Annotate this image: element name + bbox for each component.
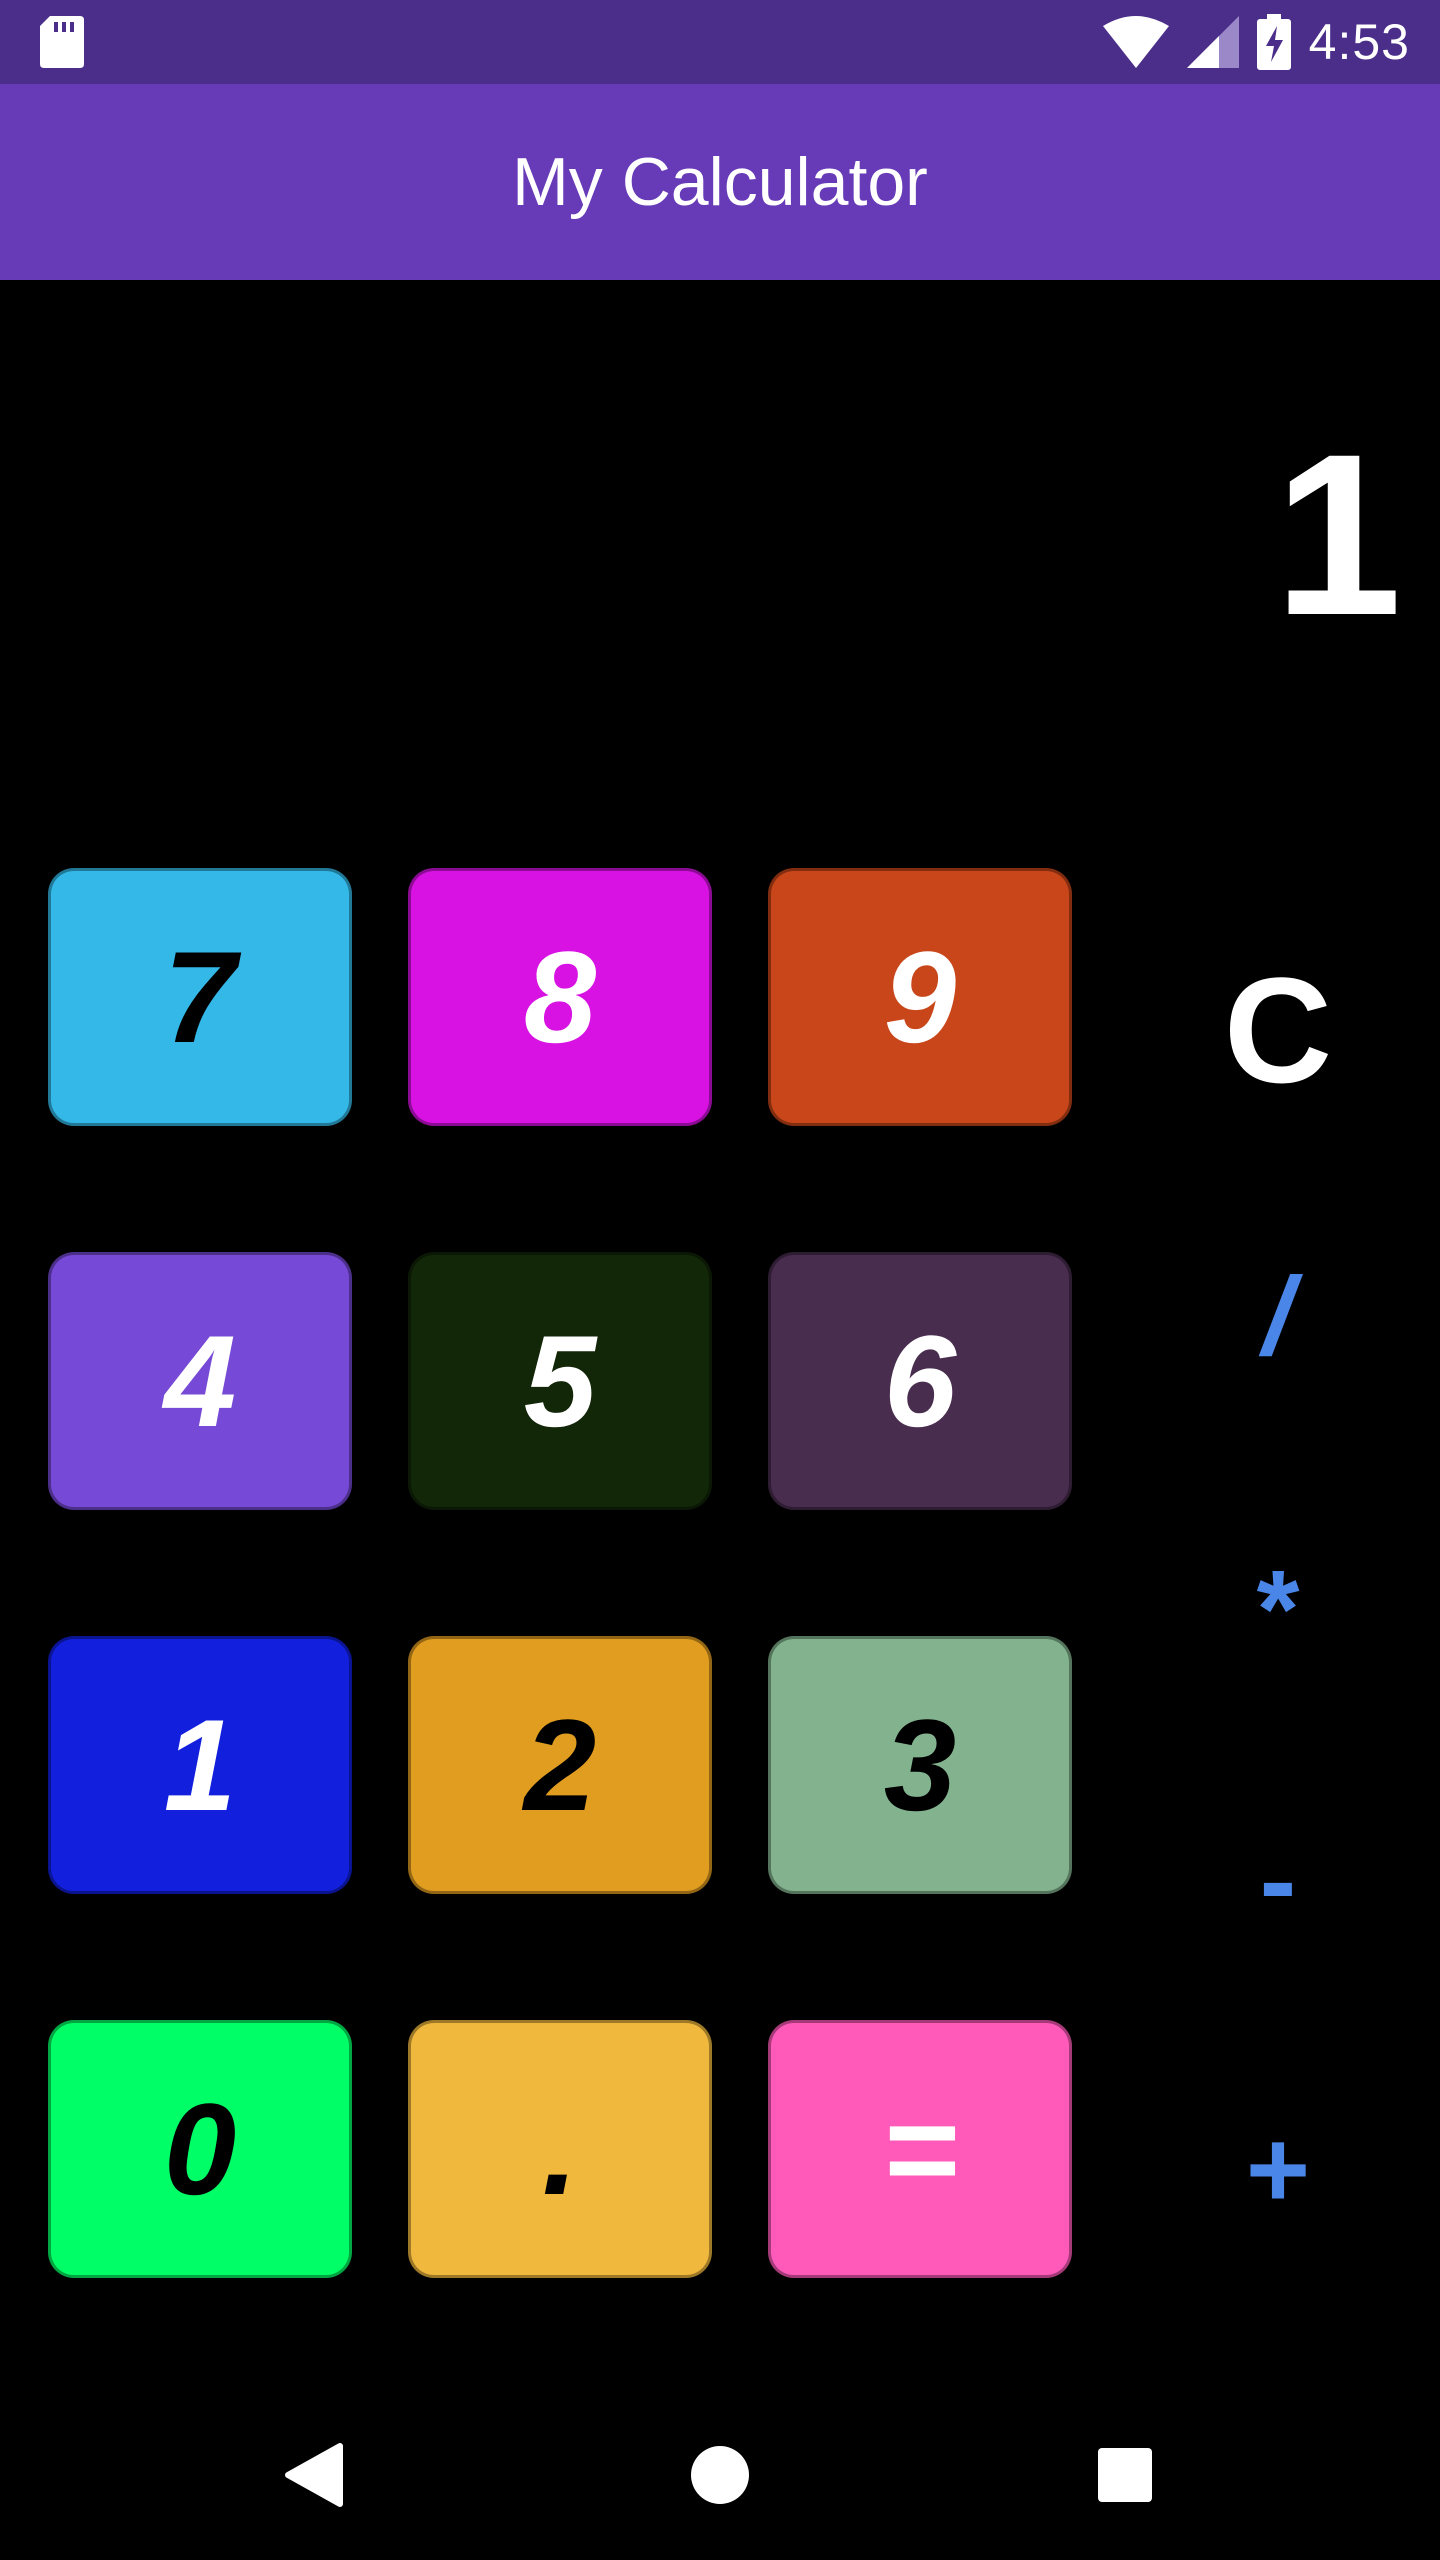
key-3-label: 3 — [883, 1692, 957, 1838]
recents-icon[interactable] — [1090, 2440, 1160, 2510]
key-6-label: 6 — [883, 1308, 957, 1454]
status-time: 4:53 — [1308, 14, 1410, 70]
key-4-label: 4 — [163, 1308, 237, 1454]
battery-charging-icon — [1256, 14, 1291, 70]
key-2-button[interactable]: 2 — [408, 1636, 712, 1894]
clear-button[interactable]: C — [1188, 955, 1368, 1105]
app-title: My Calculator — [512, 144, 928, 220]
key-6-button[interactable]: 6 — [768, 1252, 1072, 1510]
divide-button[interactable]: / — [1188, 1262, 1368, 1372]
key-7-label: 7 — [163, 924, 237, 1070]
key-equals-label: = — [882, 2076, 958, 2222]
navigation-bar — [0, 2380, 1440, 2560]
key-8-button[interactable]: 8 — [408, 868, 712, 1126]
add-button[interactable]: + — [1188, 2115, 1368, 2225]
key-0-button[interactable]: 0 — [48, 2020, 352, 2278]
key-7-button[interactable]: 7 — [48, 868, 352, 1126]
key-9-label: 9 — [883, 924, 957, 1070]
home-icon[interactable] — [685, 2440, 755, 2510]
status-bar: 4:53 — [0, 0, 1440, 84]
subtract-button[interactable]: - — [1188, 1826, 1368, 1936]
key-9-button[interactable]: 9 — [768, 868, 1072, 1126]
key-0-label: 0 — [163, 2076, 237, 2222]
result-display: 1 — [1274, 406, 1402, 663]
back-icon[interactable] — [280, 2440, 350, 2510]
wifi-icon — [1102, 16, 1169, 68]
key-2-label: 2 — [523, 1692, 597, 1838]
key-decimal-button[interactable]: . — [408, 2020, 712, 2278]
key-4-button[interactable]: 4 — [48, 1252, 352, 1510]
sd-card-icon — [40, 16, 84, 68]
key-8-label: 8 — [523, 924, 597, 1070]
key-3-button[interactable]: 3 — [768, 1636, 1072, 1894]
key-equals-button[interactable]: = — [768, 2020, 1072, 2278]
key-decimal-label: . — [541, 2076, 579, 2222]
signal-icon — [1186, 16, 1239, 68]
key-5-button[interactable]: 5 — [408, 1252, 712, 1510]
multiply-button[interactable]: * — [1188, 1555, 1368, 1665]
app-bar: My Calculator — [0, 84, 1440, 280]
key-1-label: 1 — [163, 1692, 237, 1838]
key-1-button[interactable]: 1 — [48, 1636, 352, 1894]
key-5-label: 5 — [523, 1308, 597, 1454]
